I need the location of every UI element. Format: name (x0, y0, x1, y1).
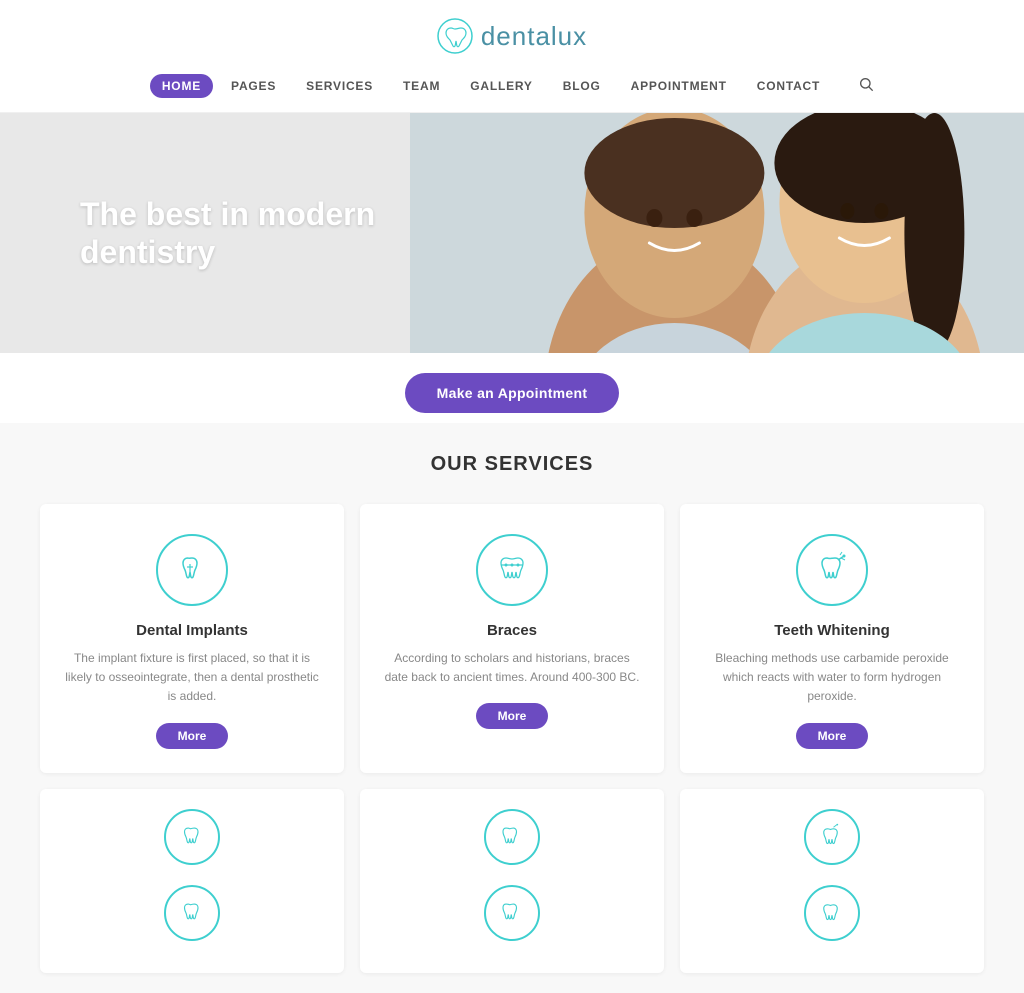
tooth-bottom-icon-3 (497, 822, 527, 852)
tooth-bottom-icon-6 (817, 898, 847, 928)
services-section: OUR SERVICES Dental Implants The implant… (0, 423, 1024, 993)
logo[interactable]: dentalux (437, 18, 587, 54)
nav-appointment[interactable]: APPOINTMENT (619, 74, 739, 98)
service-desc-1: The implant fixture is first placed, so … (64, 649, 320, 707)
nav-home[interactable]: HOME (150, 74, 213, 98)
nav-team[interactable]: TEAM (391, 74, 452, 98)
hero-title: The best in modern dentistry (80, 195, 461, 272)
search-button[interactable] (858, 76, 874, 97)
service-card-bottom-2 (360, 789, 664, 973)
service-desc-2: According to scholars and historians, br… (384, 649, 640, 687)
logo-icon (437, 18, 473, 54)
services-grid: Dental Implants The implant fixture is f… (40, 504, 984, 773)
appointment-section: Make an Appointment (0, 353, 1024, 423)
nav-services[interactable]: SERVICES (294, 74, 385, 98)
braces-icon (492, 550, 532, 590)
hero-background (410, 113, 1024, 353)
dental-implants-icon-circle (156, 534, 228, 606)
whitening-icon (812, 550, 852, 590)
nav-blog[interactable]: BLOG (551, 74, 613, 98)
hero-text-block: The best in modern dentistry (0, 195, 461, 272)
tooth-implant-icon (172, 550, 212, 590)
bottom-icon-circle-2a (484, 809, 540, 865)
nav-contact[interactable]: CONTACT (745, 74, 832, 98)
service-name-1: Dental Implants (64, 622, 320, 639)
nav-gallery[interactable]: GALLERY (458, 74, 545, 98)
main-nav: HOME PAGES SERVICES TEAM GALLERY BLOG AP… (0, 66, 1024, 102)
double-icon-1 (164, 809, 220, 957)
bottom-icon-circle-2b (484, 885, 540, 941)
bottom-icon-circle-3a (804, 809, 860, 865)
tooth-bottom-icon-4 (497, 898, 527, 928)
more-button-2[interactable]: More (476, 703, 549, 729)
search-icon (858, 76, 874, 92)
service-card-teeth-whitening: Teeth Whitening Bleaching methods use ca… (680, 504, 984, 773)
appointment-button[interactable]: Make an Appointment (405, 373, 620, 413)
nav-pages[interactable]: PAGES (219, 74, 288, 98)
services-title: OUR SERVICES (40, 453, 984, 476)
service-name-3: Teeth Whitening (704, 622, 960, 639)
logo-text: dentalux (481, 21, 587, 52)
double-icon-3 (804, 809, 860, 957)
tooth-bottom-icon-5 (817, 822, 847, 852)
service-desc-3: Bleaching methods use carbamide peroxide… (704, 649, 960, 707)
tooth-bottom-icon-2 (177, 898, 207, 928)
bottom-icon-circle-3b (804, 885, 860, 941)
service-card-bottom-3 (680, 789, 984, 973)
service-name-2: Braces (384, 622, 640, 639)
service-card-bottom-1 (40, 789, 344, 973)
service-card-dental-implants: Dental Implants The implant fixture is f… (40, 504, 344, 773)
services-grid-bottom (40, 789, 984, 973)
bottom-icon-circle-1b (164, 885, 220, 941)
double-icon-2 (484, 809, 540, 957)
site-header: dentalux HOME PAGES SERVICES TEAM GALLER… (0, 0, 1024, 113)
bottom-icon-circle-1a (164, 809, 220, 865)
hero-section: The best in modern dentistry (0, 113, 1024, 353)
whitening-icon-circle (796, 534, 868, 606)
tooth-bottom-icon-1 (177, 822, 207, 852)
braces-icon-circle (476, 534, 548, 606)
service-card-braces: Braces According to scholars and histori… (360, 504, 664, 773)
hero-people-svg (410, 113, 1024, 353)
